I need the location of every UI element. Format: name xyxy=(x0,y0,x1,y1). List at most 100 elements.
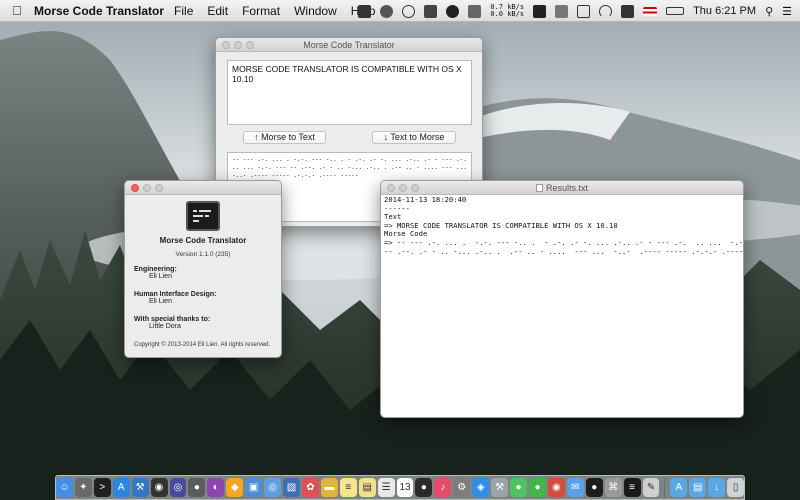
about-window-titlebar[interactable] xyxy=(125,181,281,195)
safari-icon[interactable]: ◈ xyxy=(472,478,490,497)
about-minimize-button[interactable] xyxy=(143,184,151,192)
instruments-icon[interactable]: ◎ xyxy=(169,478,187,497)
status-area: 0.7 kB/s 0.0 kB/s Thu 6:21 PM ⚲ ☰ xyxy=(358,0,792,22)
qq-tray-icon[interactable] xyxy=(380,4,394,18)
stickies-icon[interactable]: ▤ xyxy=(358,478,376,497)
results-window-controls xyxy=(387,184,419,192)
eye-tray-icon[interactable] xyxy=(402,4,416,18)
results-line: ------ xyxy=(384,203,410,213)
time-machine-tray-icon[interactable] xyxy=(555,4,569,18)
wechat-icon[interactable]: ● xyxy=(529,478,546,497)
monitor-tray-icon[interactable] xyxy=(468,4,482,18)
wechat-tray-icon[interactable] xyxy=(358,4,372,18)
qq-penguin-tray-icon[interactable] xyxy=(533,4,547,18)
reminders-icon[interactable]: ☰ xyxy=(377,478,395,497)
notes-icon[interactable]: ≡ xyxy=(339,478,357,497)
text-to-morse-button[interactable]: ↓ Text to Morse xyxy=(372,131,456,144)
about-version: Version 1.1.0 (235) xyxy=(175,251,231,258)
settings-icon[interactable]: ⚙ xyxy=(453,478,471,497)
network-icon[interactable]: ◎ xyxy=(264,478,282,497)
wifi-icon[interactable] xyxy=(599,4,613,18)
display-tray-icon[interactable] xyxy=(577,4,591,18)
credit-heading-thanks: With special thanks to: xyxy=(134,316,211,323)
about-copyright: Copyright © 2013-2014 Eli Lien. All righ… xyxy=(134,342,271,348)
morse-app-icon xyxy=(186,201,220,231)
minimize-button[interactable] xyxy=(234,41,242,49)
calendar-icon[interactable]: 13 xyxy=(396,478,414,497)
info-tray-icon[interactable] xyxy=(446,4,460,18)
credit-heading-design: Human Interface Design: xyxy=(134,291,217,298)
window-controls xyxy=(222,41,254,49)
results-line: -- .--. .- - .. -... .-.. . .-- .. - ...… xyxy=(384,246,744,256)
simulator-icon[interactable]: ▣ xyxy=(245,478,263,497)
trash-icon[interactable]: ▯ xyxy=(727,478,745,497)
menu-edit[interactable]: Edit xyxy=(207,4,228,18)
keychain-icon[interactable]: ⌘ xyxy=(604,478,622,497)
menu-window[interactable]: Window xyxy=(294,4,337,18)
menu-format[interactable]: Format xyxy=(242,4,280,18)
zoom-button[interactable] xyxy=(246,41,254,49)
mail-icon[interactable]: ✉ xyxy=(566,478,584,497)
messages-icon[interactable]: ● xyxy=(510,478,528,497)
text-input-area[interactable]: MORSE CODE TRANSLATOR IS COMPATIBLE WITH… xyxy=(227,60,472,125)
apple-menu-icon[interactable]:  xyxy=(6,3,28,18)
close-button[interactable] xyxy=(222,41,230,49)
dvd-player-icon[interactable]: ● xyxy=(415,478,433,497)
results-zoom-button[interactable] xyxy=(411,184,419,192)
menu-file[interactable]: File xyxy=(174,4,193,18)
applications-folder-icon[interactable]: A xyxy=(670,478,688,497)
about-app-title: Morse Code Translator xyxy=(159,236,247,245)
launchpad-icon[interactable]: ✦ xyxy=(74,478,92,497)
documents-folder-icon[interactable]: ▤ xyxy=(689,478,707,497)
dropbox-tray-icon[interactable] xyxy=(424,4,438,18)
app-store-icon[interactable]: A xyxy=(112,478,130,497)
about-window: Morse Code Translator Version 1.1.0 (235… xyxy=(124,180,282,358)
sketch-icon[interactable]: ◆ xyxy=(226,478,244,497)
text-edit-icon[interactable]: ✎ xyxy=(642,478,660,497)
menu-bar:  Morse Code Translator File Edit Format… xyxy=(0,0,800,22)
results-text-content[interactable]: 2014-11-13 18:20:40 ------ Text => MORSE CO… xyxy=(381,195,743,257)
main-window-titlebar[interactable]: Morse Code Translator xyxy=(216,38,482,52)
results-line: => MORSE CODE TRANSLATOR IS COMPATIBLE W… xyxy=(384,220,618,230)
github-icon[interactable]: ◐ xyxy=(207,478,225,497)
about-window-controls xyxy=(131,184,163,192)
xcode-icon[interactable]: ⚒ xyxy=(131,478,149,497)
notification-center-icon[interactable]: ☰ xyxy=(782,5,792,18)
battery-icon[interactable] xyxy=(666,7,685,15)
main-window-title: Morse Code Translator xyxy=(303,40,395,50)
credit-name-design: Eli Lien xyxy=(149,298,172,305)
us-flag-icon[interactable] xyxy=(643,6,658,16)
credit-heading-engineering: Engineering: xyxy=(134,266,177,273)
about-zoom-button[interactable] xyxy=(155,184,163,192)
morse-app-icon[interactable]: ≡ xyxy=(623,478,641,497)
spotlight-search-icon[interactable]: ⚲ xyxy=(765,5,773,18)
menubar-clock[interactable]: Thu 6:21 PM xyxy=(693,5,756,17)
menu-app-name[interactable]: Morse Code Translator xyxy=(34,4,164,18)
credit-name-thanks: Little Dora xyxy=(149,323,181,330)
results-minimize-button[interactable] xyxy=(399,184,407,192)
finder-icon[interactable]: ☺ xyxy=(55,478,73,497)
dock: ☺ ✦ > A ⚒ ◉ ◎ ● ◐ ◆ ▣ ◎ ▧ ✿ ▬ ≡ ▤ ☰ 13 ● ♪ ⚙ ◈ ⚒ ● ● ◉ ✉ ● ⌘ ≡ ✎ A ▤ ↓ ▯ xyxy=(55,475,745,500)
document-icon xyxy=(535,184,543,192)
results-line: 2014-11-13 18:20:40 xyxy=(384,195,467,204)
results-close-button[interactable] xyxy=(387,184,395,192)
qq-icon[interactable]: ● xyxy=(585,478,603,497)
folder-icon[interactable]: ▬ xyxy=(320,478,338,497)
activity-monitor-icon[interactable]: ◉ xyxy=(150,478,168,497)
volume-icon[interactable] xyxy=(621,4,635,18)
preview-icon[interactable]: ▧ xyxy=(283,478,300,497)
disk-utility-icon[interactable]: ● xyxy=(188,478,206,497)
results-window-titlebar[interactable]: Results.txt xyxy=(381,181,743,195)
downloads-folder-icon[interactable]: ↓ xyxy=(708,478,726,497)
results-window-title: Results.txt xyxy=(545,183,588,193)
morse-to-text-button[interactable]: ↑ Morse to Text xyxy=(243,131,326,144)
photos-icon[interactable]: ✿ xyxy=(301,478,319,497)
chrome-icon[interactable]: ◉ xyxy=(547,478,565,497)
about-content: Morse Code Translator Version 1.1.0 (235… xyxy=(125,195,281,348)
results-window: Results.txt 2014-11-13 18:20:40 ------ Tex… xyxy=(380,180,744,418)
about-close-button[interactable] xyxy=(131,184,139,192)
music-icon[interactable]: ♪ xyxy=(434,478,452,497)
terminal-icon[interactable]: > xyxy=(93,478,111,497)
utilities-icon[interactable]: ⚒ xyxy=(491,478,509,497)
credit-name-engineering: Eli Lien xyxy=(149,273,172,280)
